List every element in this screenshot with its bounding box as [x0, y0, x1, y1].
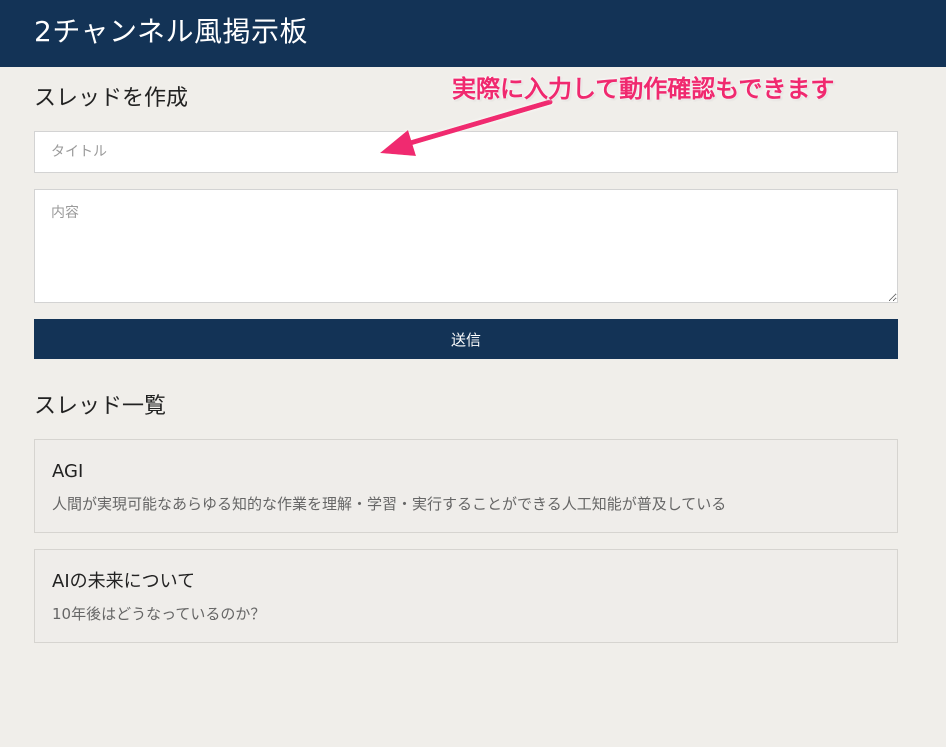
thread-card[interactable]: AIの未来について 10年後はどうなっているのか？	[34, 549, 898, 643]
thread-title: AGI	[52, 461, 84, 482]
thread-body: 10年後はどうなっているのか？	[52, 605, 266, 623]
thread-card[interactable]: AGI 人間が実現可能なあらゆる知的な作業を理解・学習・実行することができる人工…	[34, 439, 898, 533]
create-thread-heading: スレッドを作成	[34, 86, 189, 111]
submit-button[interactable]: 送信	[34, 319, 898, 359]
annotation-label: 実際に入力して動作確認もできます	[452, 75, 835, 103]
app-header: 2チャンネル風掲示板	[0, 0, 946, 67]
thread-title: AIの未来について	[52, 571, 196, 592]
app-title: 2チャンネル風掲示板	[34, 15, 308, 48]
thread-content-input[interactable]	[34, 189, 898, 303]
thread-list-heading: スレッド一覧	[34, 394, 167, 419]
thread-body: 人間が実現可能なあらゆる知的な作業を理解・学習・実行することができる人工知能が普…	[52, 495, 727, 513]
